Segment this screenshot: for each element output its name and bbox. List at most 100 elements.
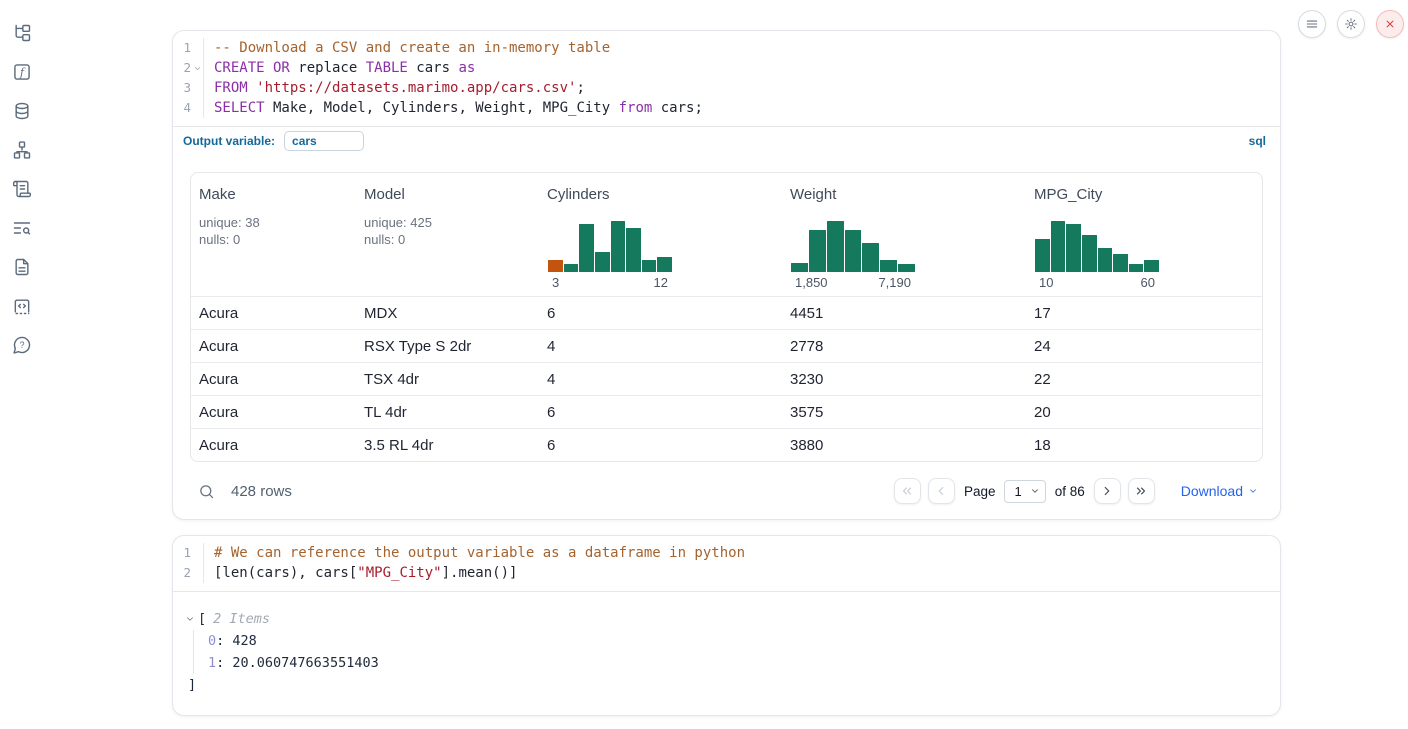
sql-cell-output: Makeunique: 38nulls: 0Modelunique: 425nu…	[173, 156, 1280, 519]
histogram-axis-labels: 312	[548, 275, 672, 290]
table-cell: MDX	[356, 305, 539, 322]
line-number: 3	[173, 78, 204, 98]
histogram-bar	[1129, 264, 1144, 272]
page-select[interactable]: 1	[1004, 480, 1045, 503]
chevron-down-icon	[1030, 486, 1040, 496]
column-histogram: 1,8507,190	[791, 220, 915, 290]
histogram-bar	[862, 243, 879, 272]
histogram-bar	[564, 264, 579, 272]
table-row[interactable]: AcuraTSX 4dr4323022	[191, 362, 1262, 395]
column-header-cylinders[interactable]: Cylinders312	[539, 173, 782, 296]
fold-spacer	[192, 83, 203, 94]
output-variable-label: Output variable:	[183, 134, 275, 148]
open-bracket: [	[198, 608, 206, 630]
code-text: -- Download a CSV and create an in-memor…	[204, 38, 610, 58]
code-text: SELECT Make, Model, Cylinders, Weight, M…	[204, 98, 703, 118]
table-cell: 17	[1026, 305, 1262, 322]
table-cell: Acura	[191, 338, 356, 355]
table-cell: 24	[1026, 338, 1262, 355]
menu-icon[interactable]	[1298, 10, 1326, 38]
output-variable-input[interactable]	[284, 131, 364, 151]
table-cell: Acura	[191, 404, 356, 421]
histogram-bar	[642, 260, 657, 272]
code-line: 1# We can reference the output variable …	[173, 543, 1280, 563]
column-header-weight[interactable]: Weight 1,8507,190	[782, 173, 1026, 296]
histogram-bar	[791, 263, 808, 272]
shutdown-close-icon[interactable]	[1376, 10, 1404, 38]
table-row[interactable]: Acura3.5 RL 4dr6388018	[191, 428, 1262, 461]
table-cell: 3880	[782, 437, 1026, 454]
fold-caret-icon[interactable]	[192, 63, 203, 74]
line-number: 1	[173, 38, 204, 58]
database-icon[interactable]	[11, 100, 33, 122]
scratchpad-icon[interactable]	[11, 178, 33, 200]
column-histogram: 312	[548, 220, 672, 290]
tree-entries: 0: 4281: 20.060747663551403	[193, 630, 1280, 674]
snippets-icon[interactable]	[11, 295, 33, 317]
tree-entry: 1: 20.060747663551403	[208, 652, 1280, 674]
python-code-editor[interactable]: 1# We can reference the output variable …	[173, 536, 1280, 591]
table-row[interactable]: AcuraRSX Type S 2dr4277824	[191, 329, 1262, 362]
table-cell: 6	[539, 305, 782, 322]
column-header-model[interactable]: Modelunique: 425nulls: 0	[356, 173, 539, 296]
code-line: 2[len(cars), cars["MPG_City"].mean()]	[173, 563, 1280, 583]
notebook-actions	[1298, 10, 1404, 38]
column-header-mpg_city[interactable]: MPG_City1060	[1026, 173, 1262, 296]
line-number: 2	[173, 563, 204, 583]
chevron-down-icon	[1248, 486, 1258, 496]
table-row[interactable]: AcuraMDX6445117	[191, 296, 1262, 329]
file-tree-icon[interactable]	[11, 22, 33, 44]
logs-search-icon[interactable]	[11, 217, 33, 239]
first-page-button[interactable]	[894, 478, 921, 504]
dependency-graph-icon[interactable]	[11, 139, 33, 161]
pagination: Page 1 of 86 Download	[894, 478, 1258, 504]
fold-spacer	[192, 103, 203, 114]
column-title: Make	[199, 186, 348, 203]
documentation-icon[interactable]	[11, 256, 33, 278]
histogram-bar	[611, 221, 626, 272]
previous-page-button[interactable]	[928, 478, 955, 504]
help-icon[interactable]: ?	[11, 334, 33, 356]
histogram-bar	[657, 257, 672, 272]
table-cell: Acura	[191, 437, 356, 454]
settings-gear-icon[interactable]	[1337, 10, 1365, 38]
functions-icon[interactable]: f	[11, 61, 33, 83]
sql-cell: 1-- Download a CSV and create an in-memo…	[172, 30, 1281, 520]
table-cell: Acura	[191, 305, 356, 322]
collapse-caret-icon[interactable]	[184, 613, 196, 625]
download-button[interactable]: Download	[1181, 483, 1258, 499]
sql-code-editor[interactable]: 1-- Download a CSV and create an in-memo…	[173, 31, 1280, 126]
last-page-button[interactable]	[1128, 478, 1155, 504]
table-row[interactable]: AcuraTL 4dr6357520	[191, 395, 1262, 428]
table-cell: 4	[539, 338, 782, 355]
svg-text:f: f	[19, 66, 26, 79]
next-page-button[interactable]	[1094, 478, 1121, 504]
histogram-axis-labels: 1,8507,190	[791, 275, 915, 290]
code-line: 1-- Download a CSV and create an in-memo…	[173, 38, 1280, 58]
column-title: Weight	[790, 186, 1018, 203]
tree-entry: 0: 428	[208, 630, 1280, 652]
python-cell: 1# We can reference the output variable …	[172, 535, 1281, 716]
code-text: FROM 'https://datasets.marimo.app/cars.c…	[204, 78, 585, 98]
table-cell: 4451	[782, 305, 1026, 322]
histogram-bar	[626, 228, 641, 272]
histogram-bar	[1113, 254, 1128, 272]
histogram-bar	[1082, 235, 1097, 272]
table-cell: 2778	[782, 338, 1026, 355]
code-text: # We can reference the output variable a…	[204, 543, 745, 563]
histogram-bar	[1066, 224, 1081, 272]
table-cell: 3.5 RL 4dr	[356, 437, 539, 454]
output-variable-row: Output variable: sql	[173, 126, 1280, 156]
table-cell: RSX Type S 2dr	[356, 338, 539, 355]
table-cell: Acura	[191, 371, 356, 388]
code-line: 3FROM 'https://datasets.marimo.app/cars.…	[173, 78, 1280, 98]
tree-root: [ 2 Items	[184, 608, 1280, 630]
table-cell: 20	[1026, 404, 1262, 421]
column-header-make[interactable]: Makeunique: 38nulls: 0	[191, 173, 356, 296]
search-icon[interactable]	[198, 483, 215, 500]
notebook-cells: 1-- Download a CSV and create an in-memo…	[172, 30, 1281, 716]
line-number: 1	[173, 543, 204, 563]
svg-text:?: ?	[20, 340, 25, 350]
table-cell: 22	[1026, 371, 1262, 388]
histogram-bar	[548, 260, 563, 272]
